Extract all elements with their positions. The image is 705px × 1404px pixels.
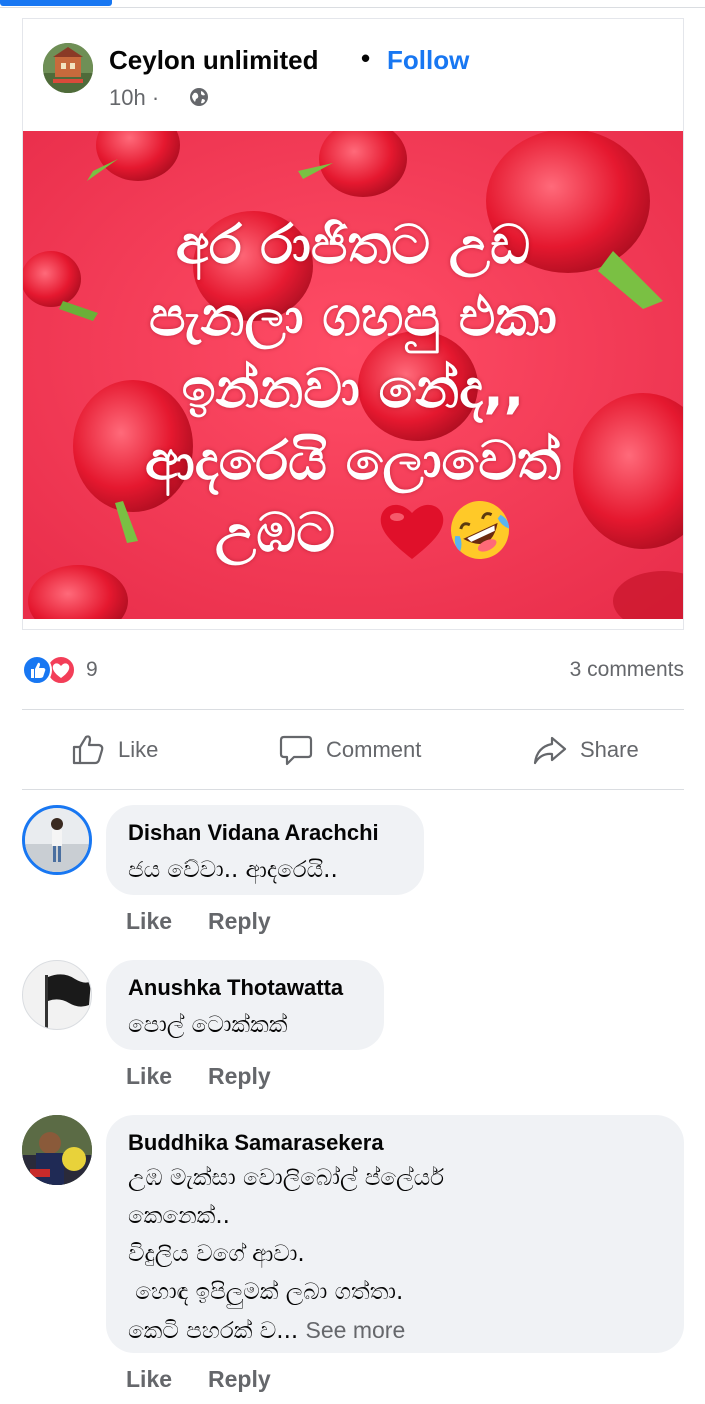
comment-button[interactable]: Comment [278, 720, 421, 780]
like-reaction-icon [22, 655, 52, 685]
separator-dot: • [361, 43, 371, 73]
commenter-avatar[interactable] [22, 960, 92, 1030]
comment-bubble: Dishan Vidana Arachchi ජය වේවා.. ආදරෙයි.… [106, 805, 424, 895]
share-button-label: Share [580, 737, 639, 762]
comment-text-line: උඹ මැක්සා වොලිබෝල් ප්ලේයර් [128, 1165, 445, 1191]
rolling-laughing-face-emoji [451, 501, 510, 559]
globe-icon [190, 88, 208, 106]
comment-like-button[interactable]: Like [126, 908, 172, 935]
follow-button[interactable]: Follow [387, 45, 469, 76]
commenter-name[interactable]: Anushka Thotawatta [128, 974, 362, 1002]
share-button[interactable]: Share [532, 720, 639, 780]
comment-item: Buddhika Samarasekera උඹ මැක්සා වොලිබෝල්… [22, 1115, 684, 1404]
page-avatar[interactable] [43, 43, 93, 93]
image-text-line: පැනලා ගහපු එකා [149, 285, 557, 348]
comment-text: ජය වේවා.. ආදරෙයි.. [128, 857, 338, 883]
comment-text-truncated: කෙටි පහරක් ව... [128, 1318, 299, 1344]
divider [22, 709, 684, 710]
comment-text-line: කෙටි පහරක් ව... See more [128, 1311, 662, 1350]
commenter-avatar[interactable] [22, 1115, 92, 1185]
post-image[interactable]: අර රාජිතට උඩ පැනලා ගහපු එකා ඉන්නවා නේද,,… [23, 131, 683, 619]
red-heart-emoji [380, 504, 444, 559]
speech-bubble-icon [279, 735, 313, 766]
commenter-name[interactable]: Dishan Vidana Arachchi [128, 819, 402, 847]
comment-text: උඹ මැක්සා වොලිබෝල් ප්ලේයර් කෙනෙක්.. විදු… [128, 1159, 662, 1350]
image-text-line: ඉන්නවා නේද,, [181, 357, 525, 420]
like-button-label: Like [118, 737, 159, 762]
comment-like-button[interactable]: Like [126, 1366, 172, 1393]
post-header: Ceylon unlimited • Follow 10h · [43, 39, 663, 129]
comment-text-line: කෙනෙක්.. [128, 1203, 230, 1229]
image-text-line: අර රාජිතට උඩ [175, 213, 531, 276]
comment-actions: Like Reply [126, 908, 271, 935]
comment-reply-button[interactable]: Reply [208, 1063, 271, 1090]
post-timestamp[interactable]: 10h · [109, 85, 159, 111]
top-divider [0, 7, 705, 8]
image-caption: අර රාජිතට උඩ පැනලා ගහපු එකා ඉන්නවා නේද,,… [23, 209, 683, 569]
comment-like-button[interactable]: Like [126, 1063, 172, 1090]
commenter-name[interactable]: Buddhika Samarasekera [128, 1129, 662, 1157]
comments-count[interactable]: 3 comments [570, 658, 684, 682]
see-more-link[interactable]: See more [306, 1317, 406, 1343]
comment-bubble: Anushka Thotawatta පොල් ටොක්කක් [106, 960, 384, 1050]
post-card: Ceylon unlimited • Follow 10h · අර රාජිත… [22, 18, 684, 630]
comment-bubble: Buddhika Samarasekera උඹ මැක්සා වොලිබෝල්… [106, 1115, 684, 1353]
comment-text-line: විදුලිය වගේ ආවා. [128, 1241, 305, 1267]
comment-item: Anushka Thotawatta පොල් ටොක්කක් Like Rep… [22, 960, 684, 1100]
active-tab-indicator [0, 0, 112, 6]
image-text-line: උඹට [215, 501, 336, 564]
divider [22, 789, 684, 790]
comment-reply-button[interactable]: Reply [208, 908, 271, 935]
comment-item: Dishan Vidana Arachchi ජය වේවා.. ආදරෙයි.… [22, 805, 684, 945]
thumbs-up-icon [72, 735, 104, 765]
comment-reply-button[interactable]: Reply [208, 1366, 271, 1393]
image-text-line: ආදරෙයි ලොවෙත් [145, 429, 561, 492]
comment-actions: Like Reply [126, 1063, 271, 1090]
like-button[interactable]: Like [70, 720, 158, 780]
comment-text-line: හොඳ ඉපිලුමක් ලබා ගත්තා. [128, 1279, 404, 1305]
reaction-count[interactable]: 9 [86, 658, 98, 682]
comment-button-label: Comment [326, 737, 422, 762]
comment-actions: Like Reply [126, 1366, 271, 1393]
commenter-avatar[interactable] [22, 805, 92, 875]
comment-text: පොල් ටොක්කක් [128, 1012, 288, 1038]
post-actions: Like Comment Share [22, 720, 684, 780]
reactions-summary[interactable]: 9 3 comments [22, 652, 684, 688]
page-name[interactable]: Ceylon unlimited [109, 45, 318, 76]
share-arrow-icon [533, 736, 567, 765]
